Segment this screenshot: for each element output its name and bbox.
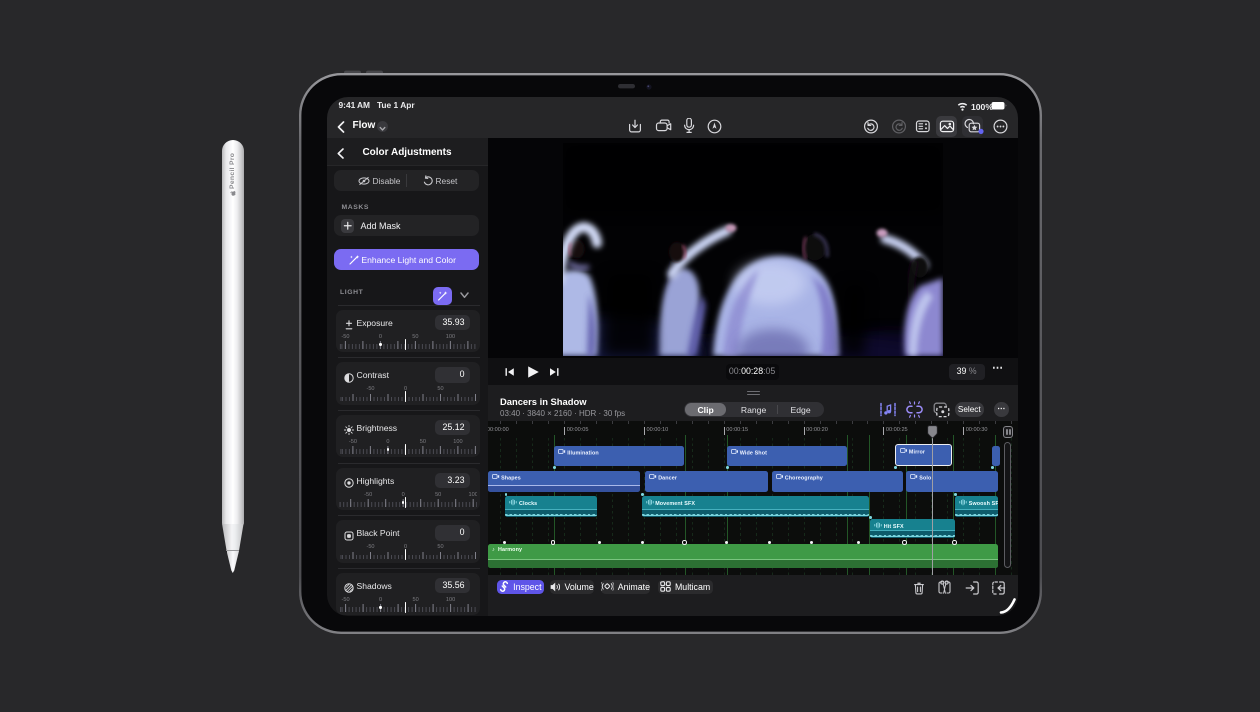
- svg-text:100%: 100%: [971, 102, 993, 112]
